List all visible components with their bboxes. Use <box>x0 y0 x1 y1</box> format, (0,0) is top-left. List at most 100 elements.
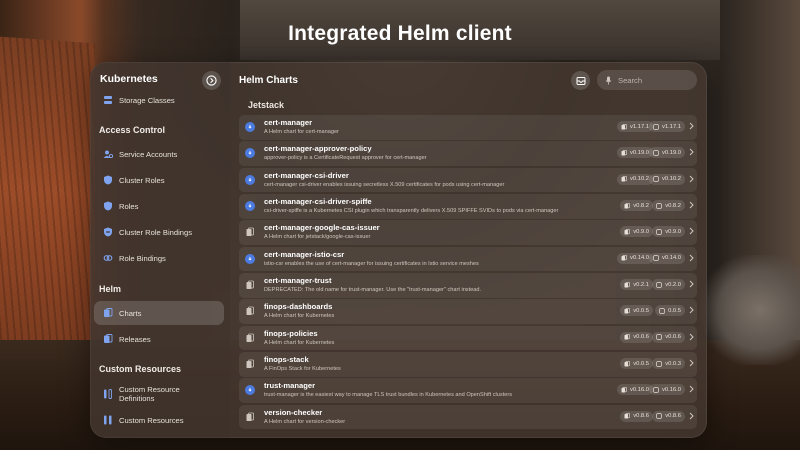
sidebar-item-label: Cluster Roles <box>119 175 165 185</box>
app-version-badge: 0.0.5 <box>655 305 685 317</box>
search-input[interactable]: Search <box>597 70 697 90</box>
chart-row[interactable]: trust-manager trust-manager is the easie… <box>239 378 697 403</box>
cert-manager-logo-icon <box>245 385 255 396</box>
chevron-right-icon <box>689 359 694 367</box>
sidebar-item-releases[interactable]: Releases <box>94 327 224 351</box>
chart-description: istio-csr enables the use of cert-manage… <box>264 260 479 267</box>
repositories-button[interactable] <box>571 71 590 90</box>
cert-manager-logo-icon <box>245 201 255 212</box>
chevron-right-icon <box>689 412 694 420</box>
sidebar-title: Kubernetes <box>100 73 158 85</box>
chevron-right-icon <box>689 175 694 183</box>
app-version-icon <box>653 123 659 130</box>
chevron-right-icon <box>689 280 694 288</box>
sidebar-item-label: Service Accounts <box>119 149 178 159</box>
chart-version-badge: v1.17.1 <box>616 121 653 132</box>
sidebar-item-cluster-roles[interactable]: Cluster Roles <box>94 168 224 192</box>
background-sculpture <box>700 255 800 365</box>
chart-name: cert-manager-approver-policy <box>264 144 372 154</box>
section-access-control: Access Control <box>99 125 166 135</box>
search-placeholder: Search <box>618 75 643 85</box>
chart-version-icon <box>624 307 631 314</box>
chart-row[interactable]: finops-policies A Helm chart for Kuberne… <box>239 325 697 351</box>
chevron-right-icon <box>689 122 694 130</box>
chart-row[interactable]: version-checker A Helm chart for version… <box>239 404 697 430</box>
chart-description: A Helm chart for version-checker <box>264 418 346 425</box>
page-title: Helm Charts <box>239 75 298 86</box>
chevron-right-icon <box>689 307 694 314</box>
chart-version-badge: v0.0.6 <box>620 331 653 343</box>
app-version-badge: v0.8.2 <box>652 200 685 212</box>
chart-version-badge: v0.10.2 <box>616 173 653 185</box>
chart-version: v0.16.0 <box>629 386 649 393</box>
chart-row[interactable]: cert-manager-istio-csr istio-csr enables… <box>239 246 697 272</box>
chevron-right-icon <box>689 228 694 235</box>
chart-version: v0.0.5 <box>633 360 649 367</box>
chart-name: version-checker <box>264 407 323 417</box>
sidebar-item-storage-classes[interactable]: Storage Classes <box>94 88 224 112</box>
chart-version: v0.2.1 <box>633 281 649 288</box>
chevron-right-icon <box>689 254 694 262</box>
sidebar-item-label: Storage Classes <box>119 95 175 105</box>
chart-name: cert-manager <box>264 118 313 127</box>
chart-version-icon <box>624 228 631 235</box>
app-version: v0.9.0 <box>665 228 681 235</box>
app-version-icon <box>656 413 662 420</box>
cert-manager-logo-icon <box>245 148 255 159</box>
chart-row[interactable]: cert-manager-trust DEPRECATED: The old n… <box>239 273 697 298</box>
app-version-icon <box>653 150 659 156</box>
sidebar: Kubernetes Storage Classes Access Contro… <box>90 62 230 438</box>
app-version-icon <box>659 308 665 314</box>
chart-row[interactable]: cert-manager-csi-driver-spiffe csi-drive… <box>239 194 697 219</box>
chart-version-icon <box>621 149 627 156</box>
shield-icon <box>104 175 112 185</box>
chart-row[interactable]: cert-manager-csi-driver cert-manager csi… <box>239 167 697 193</box>
sidebar-item-label: Roles <box>119 201 139 211</box>
sidebar-item-service-accounts[interactable]: Service Accounts <box>94 142 224 166</box>
chart-document-icon <box>245 359 255 369</box>
chart-name: finops-policies <box>264 328 318 338</box>
sidebar-item-label: Releases <box>119 334 151 344</box>
cert-manager-logo-icon <box>245 122 255 132</box>
chart-version: v0.0.6 <box>633 334 649 341</box>
crd-icon <box>104 389 112 399</box>
chart-document-icon <box>245 412 255 422</box>
cert-manager-logo-icon <box>245 174 255 185</box>
chart-row[interactable]: cert-manager-approver-policy approver-po… <box>239 141 697 166</box>
chart-name: finops-stack <box>264 355 309 365</box>
app-version: 0.0.5 <box>668 307 681 314</box>
headline: Integrated Helm client <box>288 22 512 45</box>
chart-row[interactable]: cert-manager A Helm chart for cert-manag… <box>239 115 697 140</box>
chart-row[interactable]: finops-stack A FinOps Stack for Kubernet… <box>239 352 697 377</box>
chart-version-badge: v0.16.0 <box>616 384 653 396</box>
chart-description: cert-manager csi-driver enables issuing … <box>264 181 505 188</box>
app-version: v1.17.1 <box>661 123 681 130</box>
app-version-badge: v0.9.0 <box>652 226 685 238</box>
chart-description: A Helm chart for Kubernetes <box>264 313 335 320</box>
sidebar-item-custom-resource-definitions[interactable]: Custom Resource Definitions <box>94 382 224 406</box>
chart-version-icon <box>624 413 631 419</box>
sidebar-item-role-bindings[interactable]: Role Bindings <box>94 246 224 270</box>
chevron-right-icon <box>689 201 694 209</box>
chart-version: v0.8.6 <box>633 413 649 420</box>
chart-document-icon <box>245 306 255 316</box>
link-icon <box>103 255 113 261</box>
sidebar-item-charts[interactable]: Charts <box>94 301 224 325</box>
section-custom-resources: Custom Resources <box>99 364 182 374</box>
chart-version-icon <box>621 255 627 261</box>
microphone-icon <box>605 76 612 84</box>
app-version-icon <box>656 360 662 367</box>
app-version: v0.8.2 <box>665 202 681 209</box>
app-version-icon <box>653 387 659 393</box>
section-helm: Helm <box>99 284 122 294</box>
sidebar-item-custom-resources[interactable]: Custom Resources <box>94 408 224 432</box>
chart-version-badge: v0.8.6 <box>620 410 653 422</box>
sidebar-item-cluster-role-bindings[interactable]: Cluster Role Bindings <box>94 220 224 244</box>
chart-row[interactable]: cert-manager-google-cas-issuer A Helm ch… <box>239 220 697 245</box>
sidebar-item-label: Custom Resources <box>119 415 184 425</box>
app-version-badge: v0.8.6 <box>652 410 685 422</box>
sidebar-item-roles[interactable]: Roles <box>94 194 224 218</box>
chart-row[interactable]: finops-dashboards A Helm chart for Kuber… <box>239 299 697 324</box>
app-version-badge: v0.0.6 <box>652 331 685 343</box>
chart-description: DEPRECATED: The old name for trust-manag… <box>264 287 482 294</box>
